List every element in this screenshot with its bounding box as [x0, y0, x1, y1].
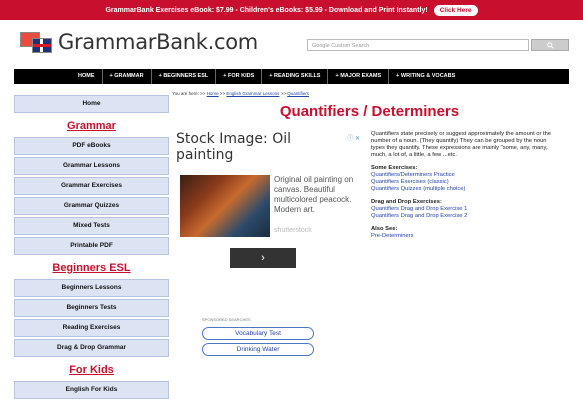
sponsored-pill-vocabulary-test[interactable]: Vocabulary Test — [202, 327, 314, 340]
flags-icon — [20, 32, 52, 53]
nav-grammar[interactable]: + GRAMMAR — [101, 69, 151, 84]
ad-source: shutterstock — [274, 227, 312, 234]
also-see-heading: Also See: — [371, 226, 398, 232]
advertisement[interactable]: Stock Image: Oil painting ⓘ ✕ Original o… — [176, 131, 366, 366]
search-input[interactable]: Google Custom Search — [307, 39, 529, 51]
search-button[interactable] — [531, 39, 569, 51]
sponsored-searches-label: SPONSORED SEARCHES — [202, 317, 251, 322]
main-content: You are here: >> Home >> English Grammar… — [172, 91, 567, 375]
logo-text: GrammarBank.com — [58, 30, 258, 54]
breadcrumb-prefix: You are here: — [172, 91, 199, 96]
page-title: Quantifiers / Determiners — [279, 103, 460, 120]
promo-banner: GrammarBank Exercises eBook: $7.99 - Chi… — [0, 0, 583, 20]
sidebar-item-grammar-lessons[interactable]: Grammar Lessons — [14, 157, 169, 175]
link-quantifiers-practice[interactable]: Quantifiers/Determiners Practice — [371, 172, 557, 179]
article: Quantifiers state precisely or suggest a… — [371, 131, 557, 240]
promo-text: GrammarBank Exercises eBook: $7.99 - Chi… — [105, 6, 428, 14]
sidebar-heading-grammar[interactable]: Grammar — [14, 115, 169, 137]
promo-button[interactable]: Click Here — [433, 4, 478, 16]
search-icon — [546, 41, 554, 49]
search-box: Google Custom Search — [307, 39, 569, 53]
nav-reading-skills[interactable]: + READING SKILLS — [261, 69, 327, 84]
link-drag-drop-2[interactable]: Quantifiers Drag and Drop Exercise 2 — [371, 213, 557, 220]
link-drag-drop-1[interactable]: Quantifiers Drag and Drop Exercise 1 — [371, 206, 557, 213]
sponsored-pill-drinking-water[interactable]: Drinking Water — [202, 343, 314, 356]
sidebar-item-grammar-quizzes[interactable]: Grammar Quizzes — [14, 197, 169, 215]
sidebar-item-beginners-tests[interactable]: Beginners Tests — [14, 299, 169, 317]
main-nav: HOME + GRAMMAR + BEGINNERS ESL + FOR KID… — [14, 69, 569, 84]
nav-home[interactable]: HOME — [14, 69, 102, 84]
sidebar-heading-for-kids[interactable]: For Kids — [14, 359, 169, 381]
nav-for-kids[interactable]: + FOR KIDS — [215, 69, 261, 84]
sidebar-heading-beginners-esl[interactable]: Beginners ESL — [14, 257, 169, 279]
nav-beginners-esl[interactable]: + BEGINNERS ESL — [150, 69, 216, 84]
breadcrumb-grammar-lessons[interactable]: English Grammar Lessons — [226, 91, 279, 96]
link-pre-determiners[interactable]: Pre-Determiners — [371, 233, 557, 240]
sidebar-item-reading-exercises[interactable]: Reading Exercises — [14, 319, 169, 337]
some-exercises-heading: Some Exercises: — [371, 165, 418, 171]
sidebar-item-printable-pdf[interactable]: Printable PDF — [14, 237, 169, 255]
sidebar: Home Grammar PDF eBooks Grammar Lessons … — [14, 95, 169, 399]
ad-description[interactable]: Original oil painting on canvas. Beautif… — [274, 175, 369, 215]
article-intro: Quantifiers state precisely or suggest a… — [371, 131, 552, 158]
breadcrumb: You are here: >> Home >> English Grammar… — [172, 91, 309, 96]
sidebar-item-mixed-tests[interactable]: Mixed Tests — [14, 217, 169, 235]
nav-writing-vocabs[interactable]: + WRITING & VOCABS — [388, 69, 462, 84]
ad-title[interactable]: Stock Image: Oil painting — [176, 131, 326, 163]
sidebar-item-grammar-exercises[interactable]: Grammar Exercises — [14, 177, 169, 195]
sidebar-item-drag-drop-grammar[interactable]: Drag & Drop Grammar — [14, 339, 169, 357]
breadcrumb-home[interactable]: Home — [207, 91, 219, 96]
ad-image[interactable] — [180, 175, 270, 237]
nav-major-exams[interactable]: + MAJOR EXAMS — [327, 69, 388, 84]
sidebar-item-beginners-lessons[interactable]: Beginners Lessons — [14, 279, 169, 297]
link-quantifiers-exercises[interactable]: Quantifiers Exercises (classic) — [371, 179, 557, 186]
breadcrumb-quantifiers[interactable]: Quantifiers — [287, 91, 309, 96]
drag-drop-heading: Drag and Drop Exercises: — [371, 199, 442, 205]
site-logo[interactable]: GrammarBank.com — [20, 30, 258, 54]
sidebar-item-home[interactable]: Home — [14, 95, 169, 113]
ad-choices-icon[interactable]: ⓘ ✕ — [347, 133, 360, 142]
chevron-right-icon: › — [261, 252, 265, 264]
sidebar-item-pdf-ebooks[interactable]: PDF eBooks — [14, 137, 169, 155]
link-quantifiers-quizzes[interactable]: Quantifiers Quizzes (multiple choice) — [371, 186, 557, 193]
sidebar-item-english-for-kids[interactable]: English For Kids — [14, 381, 169, 399]
ad-next-button[interactable]: › — [230, 248, 296, 268]
